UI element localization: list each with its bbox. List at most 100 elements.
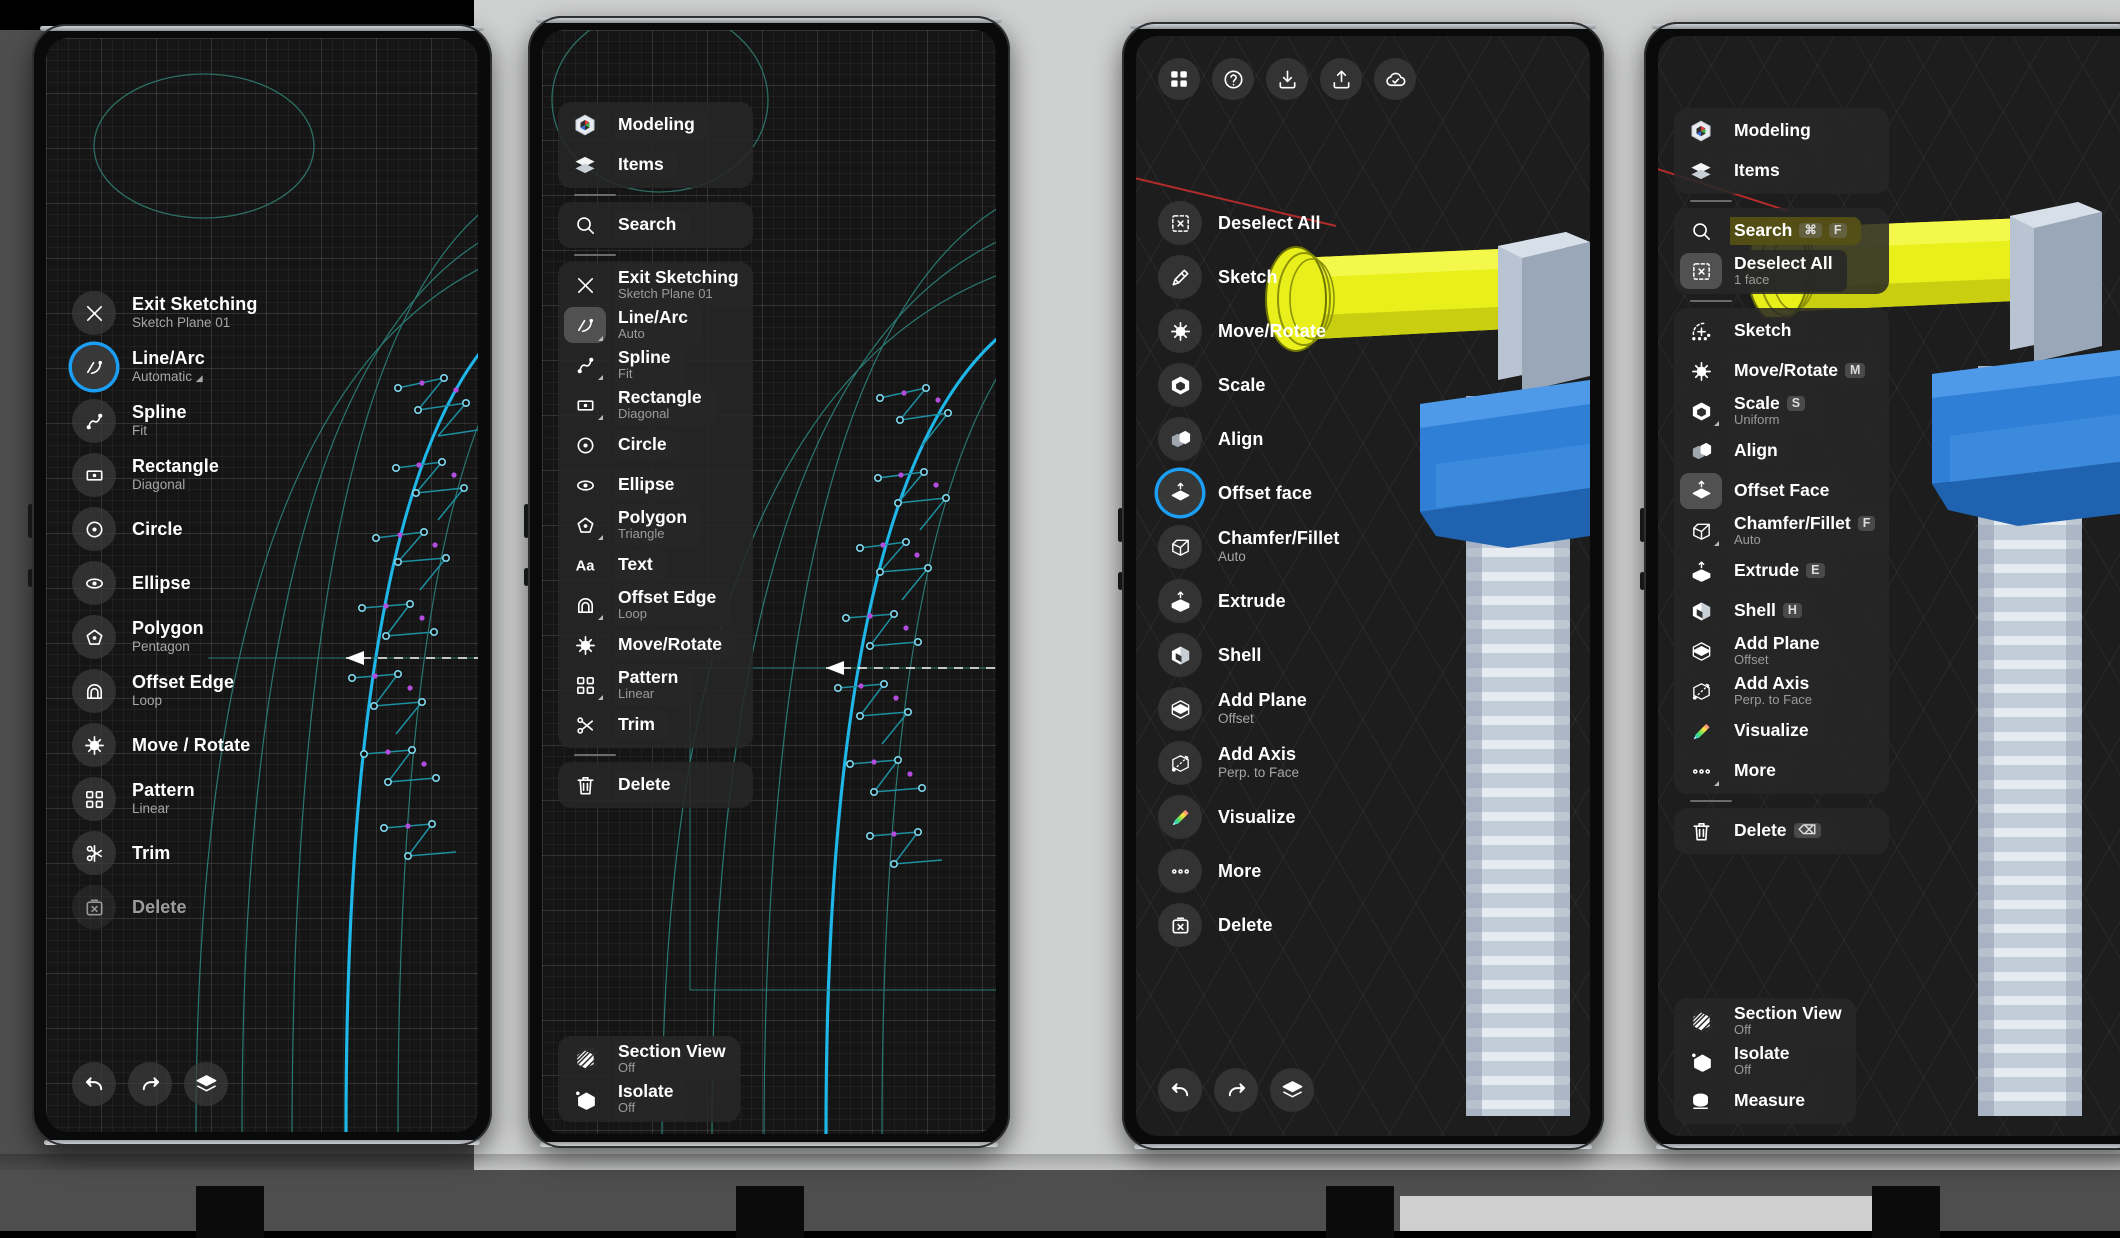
menu-item-extrude[interactable]: Extrude xyxy=(1158,574,1339,628)
items-layers-icon[interactable] xyxy=(564,148,606,182)
move-rotate-icon[interactable] xyxy=(564,628,606,662)
line-arc-icon[interactable] xyxy=(564,307,606,343)
help-icon[interactable] xyxy=(1212,58,1254,100)
spline-icon[interactable] xyxy=(564,348,606,382)
menu-item-trim[interactable]: Trim xyxy=(558,705,753,745)
undo-icon[interactable] xyxy=(1158,1068,1202,1112)
panel2-footer-menu[interactable]: Section View Off Isolate Off xyxy=(558,1036,740,1122)
menu-item-sketch[interactable]: Sketch xyxy=(1674,311,1889,351)
menu-item-section-view[interactable]: Section View Off xyxy=(1674,1000,1856,1043)
menu-item-delete[interactable]: Delete xyxy=(558,765,753,805)
export-icon[interactable] xyxy=(1320,58,1362,100)
deselect-icon[interactable] xyxy=(1158,201,1202,245)
menu-item-ellipse[interactable]: Ellipse xyxy=(558,465,753,505)
menu-item-shell[interactable]: Shell xyxy=(1158,628,1339,682)
undo-icon[interactable] xyxy=(72,1062,116,1106)
line-arc-icon[interactable] xyxy=(72,345,116,389)
menu-item-move-rotate[interactable]: Move/Rotate M xyxy=(1674,351,1889,391)
menu-item-line-arc[interactable]: Line/Arc Automatic ◢ xyxy=(72,340,257,394)
menu-item-exit-sketching[interactable]: Exit Sketching Sketch Plane 01 xyxy=(558,264,753,307)
move-rotate-icon[interactable] xyxy=(72,723,116,767)
menu-item-more[interactable]: More xyxy=(1158,844,1339,898)
menu-item-isolate[interactable]: Isolate Off xyxy=(1674,1040,1856,1083)
tablet-screen-3[interactable]: Deselect All Sketch Move/Rotate Scale Al… xyxy=(1136,36,1590,1136)
sketch-plus-icon[interactable] xyxy=(1680,314,1722,348)
menu-item-add-plane[interactable]: Add Plane Offset xyxy=(1158,682,1339,736)
device-button[interactable] xyxy=(1640,572,1645,590)
panel4-footer-menu[interactable]: Section View Off Isolate Off Measure xyxy=(1674,998,1856,1124)
offset-face-icon[interactable] xyxy=(1680,473,1722,509)
offset-face-icon[interactable] xyxy=(1158,471,1202,515)
extrude-icon[interactable] xyxy=(1680,554,1722,588)
tablet-screen-2[interactable]: Modeling Items Search Exit Sketching Ske… xyxy=(542,30,996,1134)
close-icon[interactable] xyxy=(72,291,116,335)
modeling-cube-icon[interactable] xyxy=(564,108,606,142)
menu-item-align[interactable]: Align xyxy=(1674,431,1889,471)
pattern-icon[interactable] xyxy=(564,668,606,702)
chamfer-icon[interactable] xyxy=(1158,525,1202,569)
circle-icon[interactable] xyxy=(72,507,116,551)
import-icon[interactable] xyxy=(1266,58,1308,100)
shell-icon[interactable] xyxy=(1158,633,1202,677)
section-view-icon[interactable] xyxy=(564,1042,606,1076)
panel1-tool-menu[interactable]: Exit Sketching Sketch Plane 01 Line/Arc … xyxy=(72,286,257,934)
delete-icon[interactable] xyxy=(72,885,116,929)
layers-icon[interactable] xyxy=(184,1062,228,1106)
delete-icon[interactable] xyxy=(1158,903,1202,947)
menu-item-offset-face[interactable]: Offset face xyxy=(1158,466,1339,520)
sketch-icon[interactable] xyxy=(1158,255,1202,299)
menu-item-modeling[interactable]: Modeling xyxy=(1674,111,1889,151)
grid-apps-icon[interactable] xyxy=(1158,58,1200,100)
trim-icon[interactable] xyxy=(72,831,116,875)
menu-item-more[interactable]: More xyxy=(1674,751,1889,791)
menu-item-polygon[interactable]: Polygon Pentagon xyxy=(72,610,257,664)
ellipse-icon[interactable] xyxy=(564,468,606,502)
menu-item-trim[interactable]: Trim xyxy=(72,826,257,880)
pattern-icon[interactable] xyxy=(72,777,116,821)
menu-item-move-rotate[interactable]: Move/Rotate xyxy=(1158,304,1339,358)
menu-item-isolate[interactable]: Isolate Off xyxy=(558,1078,740,1121)
menu-item-exit-sketching[interactable]: Exit Sketching Sketch Plane 01 xyxy=(72,286,257,340)
more-icon[interactable] xyxy=(1158,849,1202,893)
isolate-icon[interactable] xyxy=(1680,1044,1722,1078)
menu-item-search[interactable]: Search xyxy=(558,205,753,245)
menu-item-search[interactable]: Search ⌘ F xyxy=(1674,211,1889,251)
menu-item-ellipse[interactable]: Ellipse xyxy=(72,556,257,610)
move-rotate-icon[interactable] xyxy=(1680,354,1722,388)
menu-item-deselect-all[interactable]: Deselect All xyxy=(1158,196,1339,250)
panel3-tool-menu[interactable]: Deselect All Sketch Move/Rotate Scale Al… xyxy=(1158,196,1339,952)
menu-item-chamfer-fillet[interactable]: Chamfer/Fillet F Auto xyxy=(1674,510,1890,553)
menu-item-offset-edge[interactable]: Offset Edge Loop xyxy=(558,584,753,627)
align-icon[interactable] xyxy=(1680,434,1722,468)
more-icon[interactable] xyxy=(1680,754,1722,788)
close-icon[interactable] xyxy=(564,268,606,302)
menu-item-move-rotate[interactable]: Move / Rotate xyxy=(72,718,257,772)
shell-icon[interactable] xyxy=(1680,594,1722,628)
menu-item-visualize[interactable]: Visualize xyxy=(1674,711,1889,751)
menu-item-move-rotate[interactable]: Move/Rotate xyxy=(558,625,753,665)
menu-item-text[interactable]: Aa Text xyxy=(558,545,753,585)
menu-item-visualize[interactable]: Visualize xyxy=(1158,790,1339,844)
menu-item-spline[interactable]: Spline Fit xyxy=(72,394,257,448)
menu-item-rectangle[interactable]: Rectangle Diagonal xyxy=(72,448,257,502)
menu-item-measure[interactable]: Measure xyxy=(1674,1081,1856,1121)
tablet-screen-1[interactable]: Exit Sketching Sketch Plane 01 Line/Arc … xyxy=(46,38,478,1132)
menu-item-delete[interactable]: Delete ⌫ xyxy=(1674,811,1889,851)
menu-item-pattern[interactable]: Pattern Linear xyxy=(558,664,753,707)
menu-item-spline[interactable]: Spline Fit xyxy=(558,344,753,387)
menu-item-offset-face[interactable]: Offset Face xyxy=(1674,471,1889,511)
menu-item-add-axis[interactable]: Add Axis Perp. to Face xyxy=(1674,670,1889,713)
redo-icon[interactable] xyxy=(128,1062,172,1106)
menu-item-deselect-all[interactable]: Deselect All 1 face xyxy=(1674,250,1889,293)
search-icon[interactable] xyxy=(1680,214,1722,248)
rectangle-icon[interactable] xyxy=(72,453,116,497)
menu-item-delete[interactable]: Delete xyxy=(72,880,257,934)
panel3-bottom-toolbar[interactable] xyxy=(1158,1068,1314,1112)
device-button[interactable] xyxy=(1118,508,1123,542)
menu-item-rectangle[interactable]: Rectangle Diagonal xyxy=(558,384,753,427)
menu-item-section-view[interactable]: Section View Off xyxy=(558,1038,740,1081)
tablet-screen-4[interactable]: Modeling Items Search ⌘ F Deselect All 1 f… xyxy=(1658,36,2120,1136)
section-view-icon[interactable] xyxy=(1680,1004,1722,1038)
chamfer-icon[interactable] xyxy=(1680,514,1722,548)
device-button[interactable] xyxy=(524,504,529,538)
